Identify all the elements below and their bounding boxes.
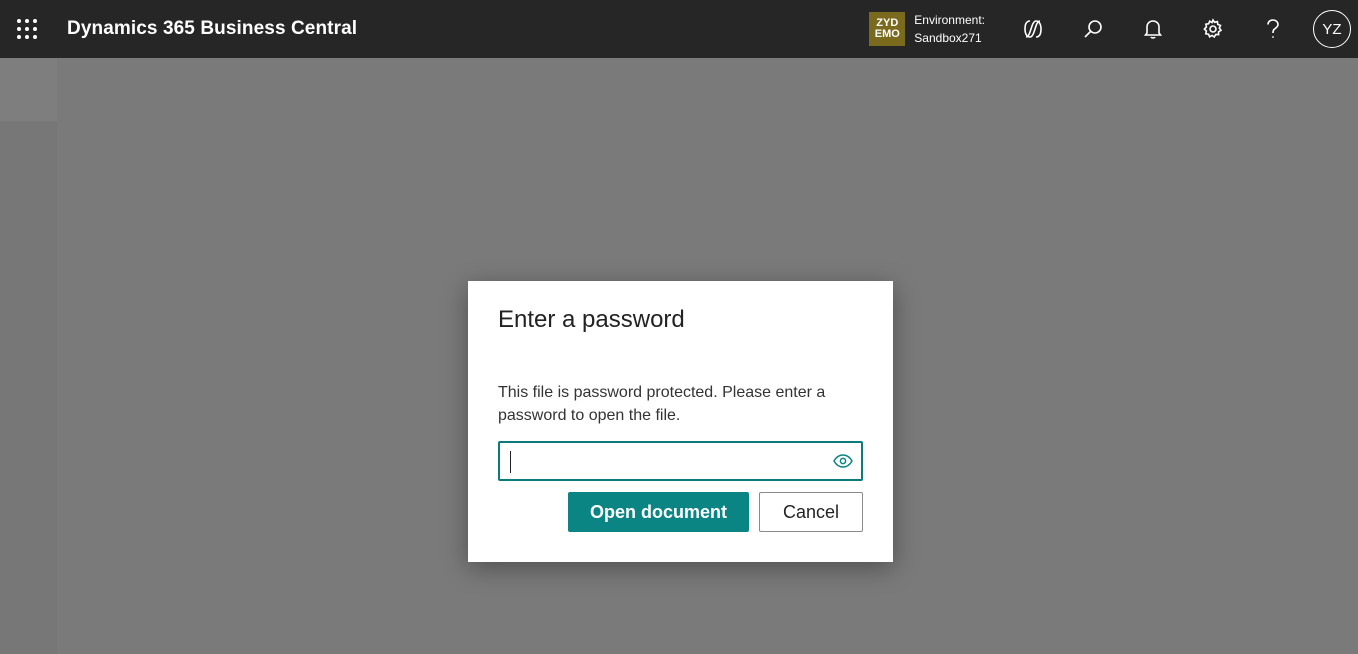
- show-password-button[interactable]: [825, 443, 861, 479]
- environment-badge-line2: EMO: [874, 28, 900, 40]
- dialog-title: Enter a password: [498, 306, 685, 333]
- eye-icon: [833, 454, 853, 468]
- app-title[interactable]: Dynamics 365 Business Central: [67, 18, 357, 40]
- navigation-strip: [0, 58, 57, 654]
- search-icon: [1084, 20, 1102, 38]
- environment-info[interactable]: Environment: Sandbox271: [914, 11, 985, 47]
- environment-label: Environment:: [914, 13, 985, 27]
- settings-button[interactable]: [1183, 0, 1243, 58]
- copilot-button[interactable]: [1003, 0, 1063, 58]
- cancel-button[interactable]: Cancel: [759, 492, 863, 532]
- environment-badge[interactable]: ZYD EMO: [869, 12, 906, 46]
- waffle-icon: [17, 19, 37, 39]
- password-field[interactable]: [498, 441, 863, 481]
- text-caret: [510, 451, 511, 473]
- dialog-message: This file is password protected. Please …: [498, 384, 826, 424]
- help-button[interactable]: [1243, 0, 1303, 58]
- search-button[interactable]: [1063, 0, 1123, 58]
- user-avatar[interactable]: YZ: [1313, 10, 1351, 48]
- app-launcher-button[interactable]: [0, 0, 54, 58]
- open-document-button[interactable]: Open document: [568, 492, 749, 532]
- navigation-block: [0, 58, 57, 121]
- help-icon: [1267, 19, 1279, 38]
- environment-name: Sandbox271: [914, 31, 982, 45]
- copilot-icon: [1024, 20, 1042, 38]
- dialog-actions: Open document Cancel: [568, 492, 863, 532]
- top-bar: Dynamics 365 Business Central ZYD EMO En…: [0, 0, 1358, 58]
- notifications-button[interactable]: [1123, 0, 1183, 58]
- bell-icon: [1143, 20, 1163, 39]
- password-dialog: Enter a password This file is password p…: [468, 281, 893, 562]
- password-input[interactable]: [500, 443, 825, 479]
- gear-icon: [1203, 18, 1223, 39]
